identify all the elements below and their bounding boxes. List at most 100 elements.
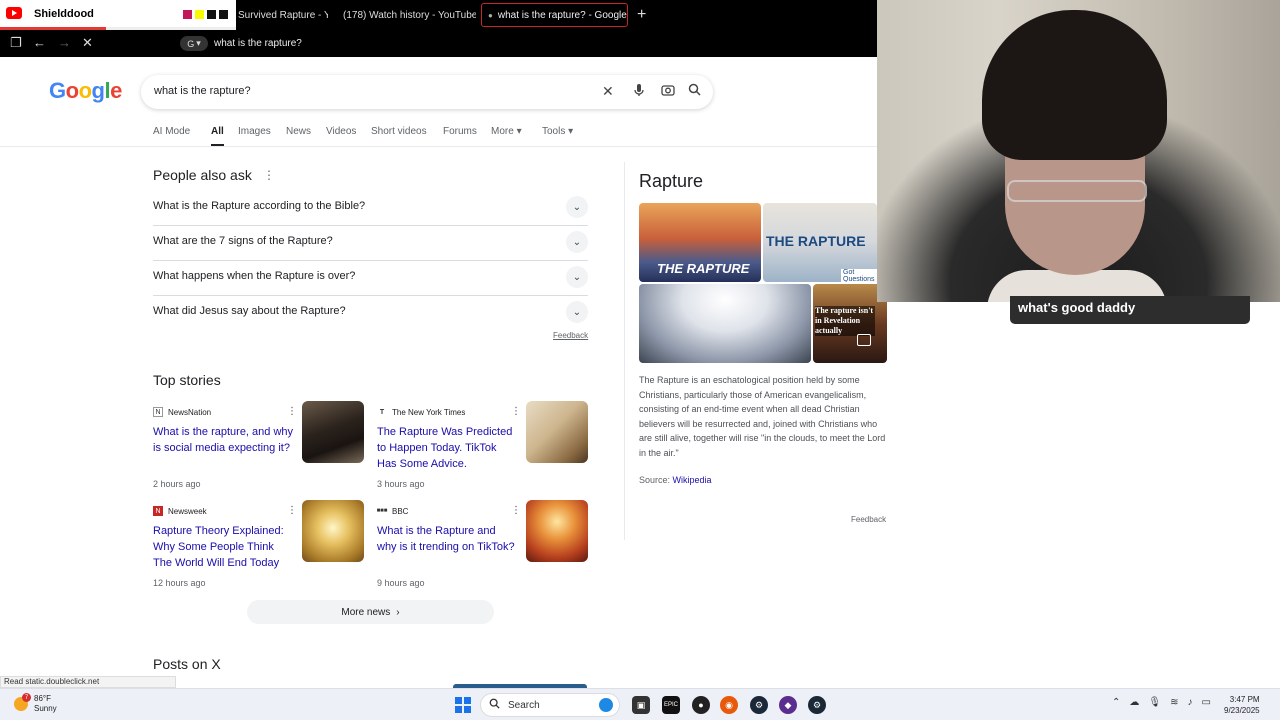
cloud-icon[interactable]: ☁ <box>1129 697 1139 708</box>
taskbar-search-label: Search <box>508 699 540 711</box>
microphone-icon[interactable]: 🎙︎ <box>1148 697 1161 708</box>
more-news-label: More news <box>341 606 391 618</box>
more-options-icon[interactable]: ⋮ <box>287 406 297 417</box>
more-options-icon[interactable]: ⋮ <box>511 406 521 417</box>
camera-lens-icon[interactable] <box>661 83 675 100</box>
search-icon[interactable] <box>688 83 701 99</box>
obs-icon[interactable]: ● <box>692 696 710 714</box>
chevron-down-icon[interactable]: ⌄ <box>566 301 588 323</box>
steam-icon[interactable]: ⚙ <box>808 696 826 714</box>
search-box[interactable]: what is the rapture? ✕ <box>141 75 713 109</box>
tab-ai-mode[interactable]: AI Mode <box>153 126 190 137</box>
more-options-icon[interactable]: ⋮ <box>511 505 521 516</box>
paa-question[interactable]: What is the Rapture according to the Bib… <box>153 191 588 226</box>
story-time: 9 hours ago <box>377 578 425 588</box>
chevron-down-icon[interactable]: ⌄ <box>566 196 588 218</box>
story-thumbnail[interactable] <box>302 500 364 562</box>
tab-google-search[interactable]: ● what is the rapture? - Google Se ✕ <box>481 3 628 27</box>
more-news-button[interactable]: More news › <box>247 600 494 624</box>
app-icon[interactable]: ◆ <box>779 696 797 714</box>
tab-news[interactable]: News <box>286 126 311 137</box>
paa-question[interactable]: What happens when the Rapture is over? ⌄ <box>153 261 588 296</box>
browser-nav-bar: ❐ ← → ✕ G ▾ what is the rapture? <box>0 30 877 57</box>
knowledge-image[interactable]: THE RAPTURE Got Questions <box>763 203 877 282</box>
tab-short-videos[interactable]: Short videos <box>371 126 427 137</box>
paa-question[interactable]: What are the 7 signs of the Rapture? ⌄ <box>153 226 588 261</box>
epic-games-icon[interactable]: EPIC <box>662 696 680 714</box>
chevron-up-icon[interactable]: ⌃ <box>1112 697 1120 708</box>
back-arrow-icon[interactable]: ← <box>33 35 46 50</box>
knowledge-image[interactable] <box>639 284 811 363</box>
microphone-icon[interactable] <box>633 83 645 100</box>
feedback-link[interactable]: Feedback <box>851 515 886 524</box>
knowledge-image[interactable]: THE RAPTURE <box>639 203 761 282</box>
news-story[interactable]: T The New York Times ⋮ The Rapture Was Pr… <box>377 401 589 499</box>
clear-icon[interactable]: ✕ <box>602 83 614 100</box>
tab-watch-history[interactable]: (178) Watch history - YouTube ✕ <box>332 3 476 27</box>
task-view-icon[interactable]: ▣ <box>632 696 650 714</box>
story-thumbnail[interactable] <box>302 401 364 463</box>
news-story[interactable]: N Newsweek ⋮ Rapture Theory Explained: Wh… <box>153 500 365 598</box>
new-tab-button[interactable]: + <box>637 6 646 24</box>
swatch <box>207 10 216 19</box>
sun-icon: 7 <box>14 693 31 711</box>
story-source: ■■■ BBC <box>377 506 409 516</box>
chevron-down-icon[interactable]: ⌄ <box>566 266 588 288</box>
system-tray: ⌃ ☁ 🎙︎ ≋ ♪ ▭ <box>1112 697 1211 708</box>
tab-tools[interactable]: Tools ▾ <box>542 126 573 137</box>
news-story[interactable]: ■■■ BBC ⋮ What is the Rapture and why is … <box>377 500 589 598</box>
taskbar-search[interactable]: Search <box>480 693 620 717</box>
image-gallery-icon[interactable] <box>857 334 871 346</box>
chevron-down-icon[interactable]: ⌄ <box>566 231 588 253</box>
story-headline[interactable]: What is the rapture, and why is social m… <box>153 424 293 456</box>
firefox-icon[interactable]: ◉ <box>720 696 738 714</box>
weather-widget[interactable]: 7 86°F Sunny <box>14 693 57 714</box>
story-time: 12 hours ago <box>153 578 206 588</box>
story-thumbnail[interactable] <box>526 500 588 562</box>
search-input[interactable]: what is the rapture? <box>154 85 251 97</box>
tab-title: Survived Rapture - Yo <box>238 9 328 21</box>
more-options-icon[interactable]: ⋮ <box>287 505 297 516</box>
tab-more[interactable]: More ▾ <box>491 126 522 137</box>
taskbar-clock[interactable]: 3:47 PM 9/23/2025 <box>1224 694 1260 716</box>
story-thumbnail[interactable] <box>526 401 588 463</box>
person-glasses <box>1007 180 1147 202</box>
windows-start-icon[interactable] <box>455 697 471 713</box>
tab-forums[interactable]: Forums <box>443 126 477 137</box>
stop-loading-icon[interactable]: ✕ <box>82 35 93 51</box>
top-stories-title: Top stories <box>153 372 221 388</box>
address-bar[interactable]: what is the rapture? <box>214 38 302 49</box>
wikipedia-link[interactable]: Wikipedia <box>673 475 712 485</box>
feedback-link[interactable]: Feedback <box>553 331 588 340</box>
caret-down-icon: ▾ <box>568 126 574 137</box>
story-headline[interactable]: The Rapture Was Predicted to Happen Toda… <box>377 424 517 472</box>
tab-images[interactable]: Images <box>238 126 271 137</box>
swatch <box>219 10 228 19</box>
paa-question[interactable]: What did Jesus say about the Rapture? ⌄ <box>153 296 588 331</box>
site-info-chip[interactable]: G ▾ <box>180 36 208 51</box>
steam-icon[interactable]: ⚙ <box>750 696 768 714</box>
tab-all[interactable]: All <box>211 126 224 146</box>
battery-icon[interactable]: ▭ <box>1201 697 1210 708</box>
volume-icon[interactable]: ♪ <box>1187 697 1192 708</box>
channel-name: Shielddood <box>34 8 94 20</box>
image-caption: Got Questions <box>841 269 877 282</box>
story-headline[interactable]: What is the Rapture and why is it trendi… <box>377 523 517 555</box>
story-source: T The New York Times <box>377 407 466 417</box>
knowledge-panel-source: Source: Wikipedia <box>639 475 712 485</box>
story-headline[interactable]: Rapture Theory Explained: Why Some Peopl… <box>153 523 293 571</box>
knowledge-image[interactable]: The rapture isn't in Revelation actually <box>813 284 887 363</box>
forward-arrow-icon[interactable]: → <box>58 35 71 50</box>
tab-videos[interactable]: Videos <box>326 126 356 137</box>
newsweek-icon: N <box>153 506 163 516</box>
tab-survived-rapture[interactable]: Survived Rapture - Yo ✕ <box>232 3 328 27</box>
google-logo[interactable]: Google <box>49 78 122 104</box>
sidebar-toggle-icon[interactable]: ❐ <box>10 35 22 51</box>
image-caption: The rapture isn't in Revelation actually <box>815 306 875 336</box>
wifi-icon[interactable]: ≋ <box>1170 697 1178 708</box>
more-options-icon[interactable]: ⋮ <box>263 168 275 182</box>
column-divider <box>624 162 625 540</box>
weather-temp: 86°F <box>34 694 51 703</box>
news-story[interactable]: N NewsNation ⋮ What is the rapture, and w… <box>153 401 365 499</box>
chevron-down-icon: ▾ <box>196 38 201 48</box>
